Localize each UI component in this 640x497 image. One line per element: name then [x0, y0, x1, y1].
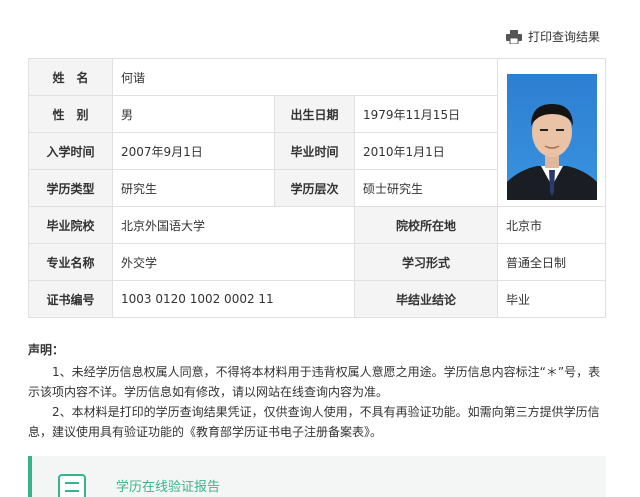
grad-date-value: 2010年1月1日	[353, 132, 499, 170]
declaration-paragraph-1: 1、未经学历信息权属人同意，不得将本材料用于违背权属人意愿之用途。学历信息内容标…	[28, 365, 601, 399]
print-label: 打印查询结果	[528, 30, 601, 44]
portrait-photo	[506, 73, 597, 200]
major-value: 外交学	[112, 243, 355, 281]
photo-cell	[497, 58, 607, 207]
enroll-date-label: 入学时间	[28, 132, 113, 170]
edu-level-label: 学历层次	[274, 169, 355, 207]
report-document-icon	[58, 474, 86, 497]
name-label: 姓 名	[28, 58, 113, 96]
name-value: 何谐	[111, 58, 499, 96]
online-verification-link[interactable]: 学历在线验证报告	[116, 476, 220, 495]
edu-type-label: 学历类型	[28, 169, 113, 207]
school-location-label: 院校所在地	[353, 206, 499, 244]
conclusion-value: 毕业	[497, 280, 607, 318]
printer-icon	[506, 29, 522, 44]
cert-no-value: 1003 0120 1002 0002 11	[112, 280, 355, 318]
birth-date-label: 出生日期	[274, 95, 355, 133]
birth-date-value: 1979年11月15日	[353, 95, 499, 133]
declaration-section: 声明： 1、未经学历信息权属人同意，不得将本材料用于违背权属人意愿之用途。学历信…	[28, 340, 608, 442]
gender-value: 男	[112, 95, 275, 133]
print-results-link[interactable]: 打印查询结果	[506, 28, 600, 45]
edu-type-value: 研究生	[112, 169, 275, 207]
grad-date-label: 毕业时间	[274, 132, 355, 170]
school-label: 毕业院校	[28, 206, 113, 244]
edu-level-value: 硕士研究生	[353, 169, 499, 207]
cert-no-label: 证书编号	[28, 280, 113, 318]
major-label: 专业名称	[28, 243, 113, 281]
school-value: 北京外国语大学	[112, 206, 355, 244]
declaration-paragraph-2: 2、本材料是打印的学历查询结果凭证，仅供查询人使用，不具有再验证功能。如需向第三…	[28, 405, 600, 439]
study-mode-label: 学习形式	[353, 243, 499, 281]
school-location-value: 北京市	[497, 206, 607, 244]
education-info-table: 姓 名 何谐 性 别 男 出生日期 1979年11月15日 入学时间 2007年…	[28, 58, 607, 318]
gender-label: 性 别	[28, 95, 113, 133]
declaration-title: 声明：	[28, 343, 65, 357]
conclusion-label: 毕结业结论	[353, 280, 499, 318]
enroll-date-value: 2007年9月1日	[112, 132, 275, 170]
online-verification-panel: 学历在线验证报告	[28, 456, 606, 497]
study-mode-value: 普通全日制	[497, 243, 607, 281]
